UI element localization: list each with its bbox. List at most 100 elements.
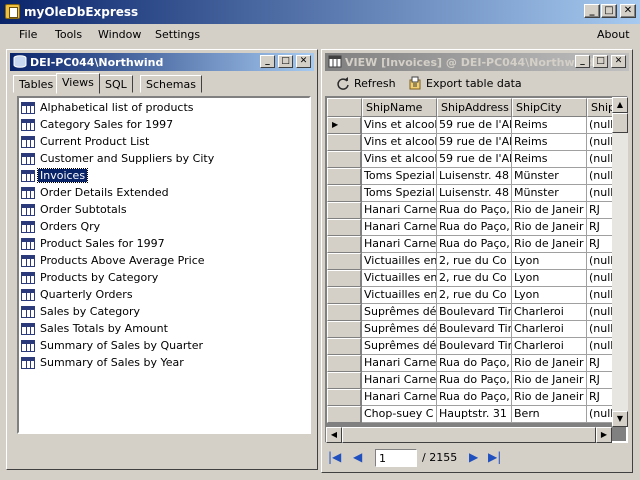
vertical-scroll-thumb[interactable] (612, 113, 628, 133)
grid-cell[interactable]: Luisenstr. 48 (437, 168, 512, 185)
tab-tables[interactable]: Tables (13, 75, 60, 93)
grid-cell[interactable]: Münster (512, 168, 587, 185)
close-button[interactable]: ✕ (620, 4, 636, 18)
grid-cell[interactable]: Lyon (512, 270, 587, 287)
main-titlebar[interactable]: myOleDbExpress _ □ ✕ (0, 0, 640, 24)
grid-cell[interactable]: Hanari Carne (362, 372, 437, 389)
column-header[interactable]: ShipAddress (437, 98, 512, 117)
grid-cell[interactable]: Rio de Janeir (512, 355, 587, 372)
tab-schemas[interactable]: Schemas (140, 75, 202, 93)
grid-cell[interactable]: Lyon (512, 287, 587, 304)
grid-cell[interactable]: Suprêmes dél (362, 321, 437, 338)
row-header[interactable] (327, 219, 361, 236)
grid-cell[interactable]: Chop-suey C (362, 406, 437, 423)
row-header[interactable] (327, 389, 361, 406)
menu-settings[interactable]: Settings (155, 28, 200, 41)
grid-cell[interactable]: Victuailles en (362, 253, 437, 270)
grid-horizontal-scrollbar[interactable]: ◀ ▶ (326, 427, 612, 443)
row-header[interactable] (327, 304, 361, 321)
grid-cell[interactable]: Charleroi (512, 321, 587, 338)
prev-page-icon[interactable]: ◀ (353, 450, 362, 464)
grid-cell[interactable]: Rua do Paço, (437, 355, 512, 372)
grid-cell[interactable]: Vins et alcool (362, 117, 437, 134)
row-header[interactable]: ▶ (327, 117, 361, 134)
grid-cell[interactable]: Rua do Paço, (437, 236, 512, 253)
row-header[interactable] (327, 236, 361, 253)
grid-cell[interactable]: Rio de Janeir (512, 389, 587, 406)
row-header[interactable] (327, 168, 361, 185)
grid-cell[interactable]: Lyon (512, 253, 587, 270)
child-maximize-button[interactable]: □ (278, 55, 293, 68)
grid-cell[interactable]: Luisenstr. 48 (437, 185, 512, 202)
row-header[interactable] (327, 321, 361, 338)
next-page-icon[interactable]: ▶ (469, 450, 478, 464)
row-header[interactable] (327, 372, 361, 389)
row-header[interactable] (327, 151, 361, 168)
grid-cell[interactable]: Rio de Janeir (512, 372, 587, 389)
menu-file[interactable]: File (19, 28, 37, 41)
grid-cell[interactable]: Toms Spezial (362, 185, 437, 202)
grid-cell[interactable]: Victuailles en (362, 270, 437, 287)
grid-cell[interactable]: Rio de Janeir (512, 202, 587, 219)
first-page-icon[interactable]: |◀ (328, 450, 341, 464)
grid-cell[interactable]: Münster (512, 185, 587, 202)
row-header[interactable] (327, 253, 361, 270)
row-header[interactable] (327, 338, 361, 355)
grid-cell[interactable]: Rio de Janeir (512, 219, 587, 236)
row-header[interactable] (327, 287, 361, 304)
column-header[interactable]: ShipCity (512, 98, 587, 117)
grid-cell[interactable]: Reims (512, 134, 587, 151)
horizontal-scroll-thumb[interactable] (342, 427, 596, 443)
view-minimize-button[interactable]: _ (575, 55, 590, 68)
grid-cell[interactable]: Reims (512, 117, 587, 134)
menu-tools[interactable]: Tools (55, 28, 82, 41)
tab-views[interactable]: Views (56, 73, 100, 94)
grid-cell[interactable]: 59 rue de l'Ab (437, 151, 512, 168)
grid-cell[interactable]: Rua do Paço, (437, 219, 512, 236)
data-grid[interactable]: ShipName ShipAddress ShipCity Ship ▶ Vins et … (325, 96, 628, 443)
grid-cell[interactable]: Hanari Carne (362, 389, 437, 406)
connection-window-titlebar[interactable]: DEI-PC044\Northwind _ □ ✕ (10, 53, 314, 71)
grid-cell[interactable]: Hanari Carne (362, 236, 437, 253)
maximize-button[interactable]: □ (601, 4, 617, 18)
grid-cell[interactable]: Boulevard Tir (437, 304, 512, 321)
row-header[interactable] (327, 355, 361, 372)
grid-cell[interactable]: Suprêmes dél (362, 304, 437, 321)
row-header[interactable] (327, 270, 361, 287)
grid-cell[interactable]: 2, rue du Co (437, 270, 512, 287)
grid-cell[interactable]: Vins et alcool (362, 134, 437, 151)
refresh-button[interactable]: Refresh (336, 76, 396, 94)
grid-cell[interactable]: Rua do Paço, (437, 389, 512, 406)
grid-cell[interactable]: Rio de Janeir (512, 236, 587, 253)
menu-window[interactable]: Window (98, 28, 141, 41)
scroll-left-icon[interactable]: ◀ (326, 427, 342, 443)
child-minimize-button[interactable]: _ (260, 55, 275, 68)
view-close-button[interactable]: ✕ (611, 55, 626, 68)
grid-cell[interactable]: Hauptstr. 31 (437, 406, 512, 423)
grid-cell[interactable]: Boulevard Tir (437, 321, 512, 338)
grid-cell[interactable]: Hanari Carne (362, 202, 437, 219)
grid-cell[interactable]: 59 rue de l'Ab (437, 117, 512, 134)
grid-cell[interactable]: Reims (512, 151, 587, 168)
grid-cell[interactable]: Boulevard Tir (437, 338, 512, 355)
minimize-button[interactable]: _ (584, 4, 600, 18)
views-list[interactable]: Alphabetical list of products Category Sa… (17, 96, 311, 434)
grid-cell[interactable]: Victuailles en (362, 287, 437, 304)
grid-cell[interactable]: 2, rue du Co (437, 287, 512, 304)
menu-about[interactable]: About (597, 28, 630, 41)
page-number-input[interactable]: 1 (375, 449, 417, 467)
view-maximize-button[interactable]: □ (593, 55, 608, 68)
grid-cell[interactable]: Charleroi (512, 304, 587, 321)
grid-cell[interactable]: Suprêmes dél (362, 338, 437, 355)
row-header[interactable] (327, 185, 361, 202)
grid-cell[interactable]: Hanari Carne (362, 219, 437, 236)
column-header[interactable]: ShipName (362, 98, 437, 117)
row-header[interactable] (327, 134, 361, 151)
grid-cell[interactable]: Rua do Paço, (437, 372, 512, 389)
scroll-right-icon[interactable]: ▶ (596, 427, 612, 443)
grid-cell[interactable]: 2, rue du Co (437, 253, 512, 270)
scroll-up-icon[interactable]: ▲ (612, 97, 628, 113)
grid-cell[interactable]: Bern (512, 406, 587, 423)
grid-cell[interactable]: Hanari Carne (362, 355, 437, 372)
grid-cell[interactable]: Charleroi (512, 338, 587, 355)
